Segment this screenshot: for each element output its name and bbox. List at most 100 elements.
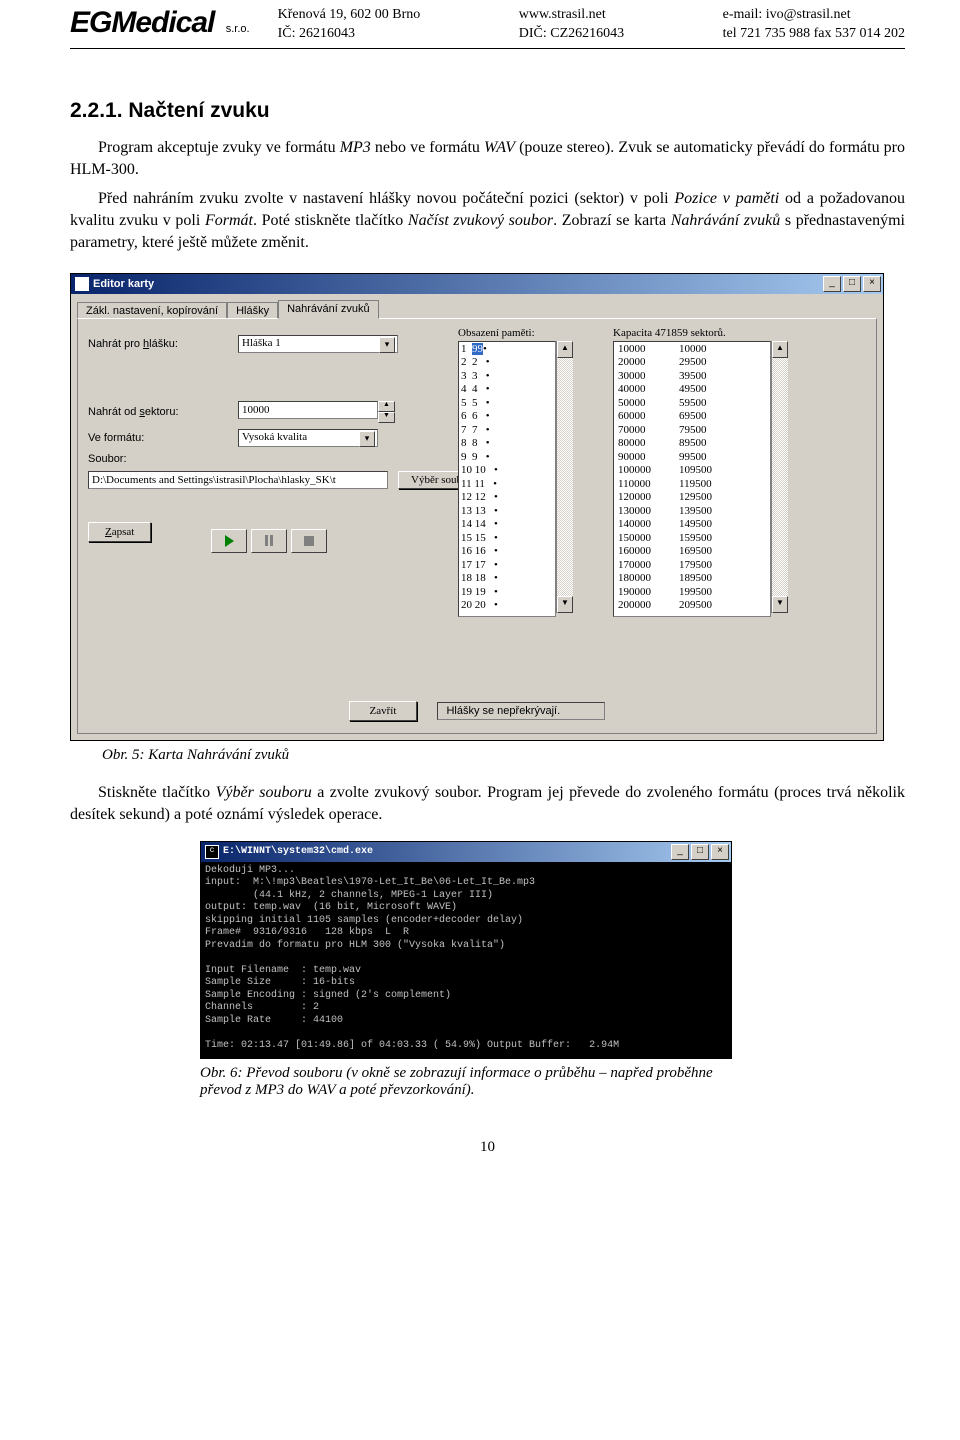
scroll-up-icon[interactable]: ▲ [772,341,788,358]
memory-row[interactable]: 4 4 • [461,383,553,397]
combo-format[interactable]: Vysoká kvalita [238,429,378,447]
memory-row[interactable]: 7 7 • [461,424,553,438]
cap-a-row[interactable]: 100000 [618,464,651,478]
combo-hlaska[interactable]: Hláška 1 [238,335,398,353]
cap-b-row[interactable]: 189500 [679,572,712,586]
cap-b-row[interactable]: 49500 [679,383,712,397]
cap-b-row[interactable]: 39500 [679,370,712,384]
memory-row[interactable]: 13 13 • [461,505,553,519]
editor-window: Editor karty _ □ × Zákl. nastavení, kopí… [70,273,884,741]
memory-row[interactable]: 20 20 • [461,599,553,613]
memory-row[interactable]: 15 15 • [461,532,553,546]
memory-row[interactable]: 11 11 • [461,478,553,492]
cap-b-row[interactable]: 209500 [679,599,712,613]
cmd-close-button[interactable]: × [711,844,729,860]
tab-basic[interactable]: Zákl. nastavení, kopírování [77,302,227,319]
memory-row[interactable]: 3 3 • [461,370,553,384]
cap-b-row[interactable]: 139500 [679,505,712,519]
memory-row[interactable]: 19 19 • [461,586,553,600]
t: Stiskněte tlačítko [98,784,216,801]
cap-a-row[interactable]: 170000 [618,559,651,573]
cap-a-row[interactable]: 130000 [618,505,651,519]
cap-a-row[interactable]: 20000 [618,356,651,370]
memory-list[interactable]: 1 99•2 2 •3 3 •4 4 •5 5 •6 6 •7 7 •8 8 •… [458,341,556,617]
memory-row[interactable]: 9 9 • [461,451,553,465]
cap-b-row[interactable]: 179500 [679,559,712,573]
t-i: Formát [205,212,253,229]
pause-button[interactable] [251,529,287,553]
cap-a-row[interactable]: 200000 [618,599,651,613]
cap-b-row[interactable]: 159500 [679,532,712,546]
cap-a-row[interactable]: 30000 [618,370,651,384]
capacity-list[interactable]: 1000020000300004000050000600007000080000… [613,341,771,617]
cap-a-row[interactable]: 160000 [618,545,651,559]
cap-a-row[interactable]: 110000 [618,478,651,492]
close-button[interactable]: × [863,276,881,292]
spin-down[interactable]: ▼ [378,412,395,423]
stop-button[interactable] [291,529,327,553]
cap-a-row[interactable]: 190000 [618,586,651,600]
cap-a-row[interactable]: 90000 [618,451,651,465]
cap-b-row[interactable]: 109500 [679,464,712,478]
cap-a-row[interactable]: 40000 [618,383,651,397]
minimize-button[interactable]: _ [823,276,841,292]
cap-a-row[interactable]: 70000 [618,424,651,438]
cap-b-row[interactable]: 69500 [679,410,712,424]
maximize-button[interactable]: □ [843,276,861,292]
memory-row[interactable]: 18 18 • [461,572,553,586]
titlebar[interactable]: Editor karty _ □ × [71,274,883,294]
memory-row[interactable]: 6 6 • [461,410,553,424]
memory-row[interactable]: 5 5 • [461,397,553,411]
cmd-output: Dekoduji MP3... input: M:\!mp3\Beatles\1… [201,862,731,1059]
cap-b-row[interactable]: 149500 [679,518,712,532]
cap-a-row[interactable]: 80000 [618,437,651,451]
memory-row[interactable]: 1 99• [461,343,553,357]
cmd-maximize-button[interactable]: □ [691,844,709,860]
t-i: Nahrávání zvuků [671,212,781,229]
cap-b-row[interactable]: 29500 [679,356,712,370]
para-1: Program akceptuje zvuky ve formátu MP3 n… [70,137,905,182]
tab-hlasky[interactable]: Hlášky [227,302,278,319]
cap-b-row[interactable]: 129500 [679,491,712,505]
scroll-down-icon[interactable]: ▼ [557,596,573,613]
cap-b-row[interactable]: 59500 [679,397,712,411]
memory-row[interactable]: 8 8 • [461,437,553,451]
button-zavrit[interactable]: Zavřít [349,701,418,721]
cap-b-row[interactable]: 169500 [679,545,712,559]
play-button[interactable] [211,529,247,553]
capacity-scrollbar[interactable]: ▲ ▼ [771,341,788,613]
cap-b-row[interactable]: 119500 [679,478,712,492]
spin-up[interactable]: ▲ [378,401,395,412]
input-filepath[interactable] [88,471,388,489]
cap-a-row[interactable]: 120000 [618,491,651,505]
cmd-titlebar[interactable]: c E:\WINNT\system32\cmd.exe _ □ × [201,842,731,862]
cmd-minimize-button[interactable]: _ [671,844,689,860]
memory-row[interactable]: 12 12 • [461,491,553,505]
memory-row[interactable]: 16 16 • [461,545,553,559]
cap-a-row[interactable]: 180000 [618,572,651,586]
memory-row[interactable]: 2 2 • [461,356,553,370]
cap-a-row[interactable]: 140000 [618,518,651,532]
cap-b-row[interactable]: 79500 [679,424,712,438]
input-sektor[interactable] [238,401,378,419]
cap-a-row[interactable]: 60000 [618,410,651,424]
scroll-down-icon[interactable]: ▼ [772,596,788,613]
cap-b-row[interactable]: 199500 [679,586,712,600]
t: nebo ve formátu [371,139,484,156]
cap-a-row[interactable]: 50000 [618,397,651,411]
cap-b-row[interactable]: 99500 [679,451,712,465]
memory-row[interactable]: 14 14 • [461,518,553,532]
logo-sub: s.r.o. [226,23,250,35]
cap-a-row[interactable]: 150000 [618,532,651,546]
cap-b-row[interactable]: 10000 [679,343,712,357]
cap-a-row[interactable]: 10000 [618,343,651,357]
scroll-up-icon[interactable]: ▲ [557,341,573,358]
cap-b-row[interactable]: 89500 [679,437,712,451]
memory-scrollbar[interactable]: ▲ ▼ [556,341,573,613]
cmd-title: E:\WINNT\system32\cmd.exe [223,846,669,857]
button-zapsat[interactable]: Zapsat [88,522,151,542]
memory-row[interactable]: 10 10 • [461,464,553,478]
memory-row[interactable]: 17 17 • [461,559,553,573]
t-mp3: MP3 [340,139,371,156]
tab-nahravani[interactable]: Nahrávání zvuků [278,300,379,319]
